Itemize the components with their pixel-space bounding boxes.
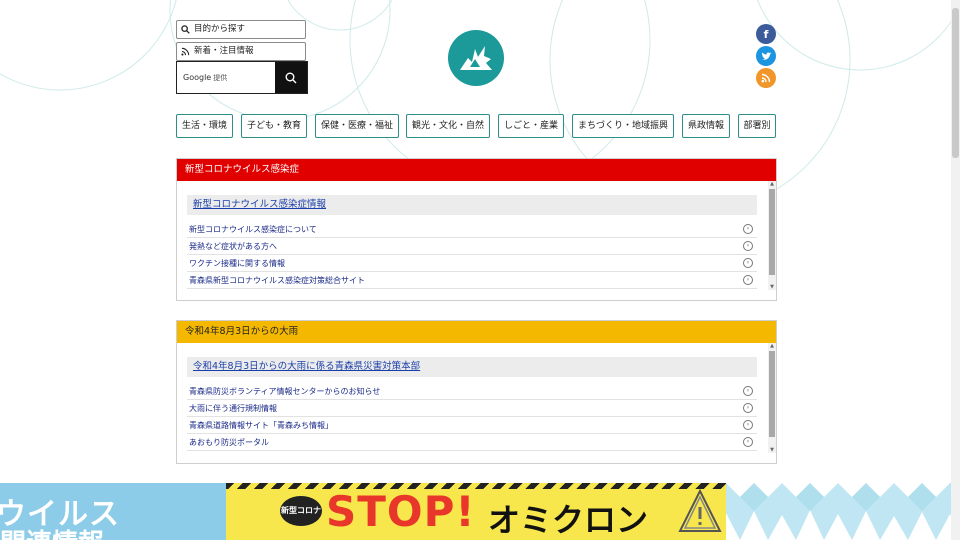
- prefecture-emblem-icon: [460, 46, 492, 70]
- facebook-icon[interactable]: f: [756, 24, 776, 44]
- nav-life-environment[interactable]: 生活・環境: [176, 114, 233, 138]
- banner-left-line2: 関連情報: [0, 523, 104, 540]
- nav-health-welfare[interactable]: 保健・医療・福祉: [315, 114, 399, 138]
- disaster-hq-heading-link[interactable]: 令和4年8月3日からの大雨に係る青森県災害対策本部: [187, 357, 757, 377]
- warning-triangle-icon: [678, 489, 722, 532]
- nav-community-development[interactable]: まちづくり・地域振興: [572, 114, 674, 138]
- snow-pattern-banner[interactable]: [726, 483, 951, 540]
- search-button[interactable]: [275, 62, 307, 93]
- arrow-right-icon: ›: [743, 258, 753, 268]
- arrow-right-icon: ›: [743, 241, 753, 251]
- search-icon: [181, 25, 190, 34]
- covid-link-list: 新型コロナウイルス感染症について › 発熱など症状がある方へ › ワクチン接種に関す…: [187, 221, 757, 289]
- arrow-right-icon: ›: [743, 386, 753, 396]
- mountain-pattern-icon: [726, 483, 951, 540]
- find-by-purpose-link[interactable]: 目的から探す: [176, 20, 306, 39]
- search-input[interactable]: Google 提供: [177, 62, 275, 93]
- header-side-links: 目的から探す 新着・注目情報: [176, 20, 306, 64]
- list-item[interactable]: あおもり防災ポータル ›: [187, 434, 757, 451]
- list-item[interactable]: 青森県新型コロナウイルス感染症対策総合サイト ›: [187, 272, 757, 289]
- arrow-right-icon: ›: [743, 224, 753, 234]
- social-links: f: [756, 24, 776, 90]
- list-item[interactable]: 青森県道路情報サイト「青森みち情報」 ›: [187, 417, 757, 434]
- banner-carousel: ウイルス 関連情報 新型コロナ STOP! オミクロン: [0, 483, 951, 540]
- nav-departments[interactable]: 部署別: [738, 114, 776, 138]
- stop-omicron-banner[interactable]: 新型コロナ STOP! オミクロン: [226, 483, 726, 540]
- arrow-right-icon: ›: [743, 437, 753, 447]
- page-scrollbar[interactable]: [951, 0, 960, 540]
- stop-text: STOP!: [326, 487, 476, 536]
- aomori-prefecture-logo[interactable]: [448, 30, 504, 86]
- covid-panel: 新型コロナウイルス感染症 新型コロナウイルス感染症情報 新型コロナウイルス感染症…: [176, 158, 777, 301]
- list-item[interactable]: 発熱など症状がある方へ ›: [187, 238, 757, 255]
- scroll-down-icon[interactable]: ▼: [769, 284, 775, 290]
- list-item[interactable]: ワクチン接種に関する情報 ›: [187, 255, 757, 272]
- search-icon: [285, 72, 297, 83]
- nav-tourism-culture[interactable]: 観光・文化・自然: [406, 114, 490, 138]
- heavy-rain-panel: 令和4年8月3日からの大雨 令和4年8月3日からの大雨に係る青森県災害対策本部 …: [176, 320, 777, 464]
- nav-children-education[interactable]: 子ども・教育: [241, 114, 307, 138]
- provided-label: 提供: [213, 74, 228, 82]
- arrow-right-icon: ›: [743, 403, 753, 413]
- site-search: Google 提供: [176, 61, 308, 94]
- list-item[interactable]: 青森県防災ボランティア情報センターからのお知らせ ›: [187, 383, 757, 400]
- heavy-rain-panel-scrollbar[interactable]: ▲ ▼: [768, 343, 776, 453]
- scroll-up-icon[interactable]: ▲: [769, 343, 775, 349]
- rss-feed-icon[interactable]: [756, 68, 776, 88]
- nav-prefectural-government[interactable]: 県政情報: [682, 114, 730, 138]
- arrow-right-icon: ›: [743, 420, 753, 430]
- covid-panel-title: 新型コロナウイルス感染症: [177, 159, 776, 181]
- covid-info-banner[interactable]: ウイルス 関連情報: [0, 483, 226, 540]
- covid-badge: 新型コロナ: [280, 496, 322, 526]
- scroll-down-icon[interactable]: ▼: [769, 447, 775, 453]
- omicron-text: オミクロン: [488, 501, 649, 539]
- google-label: Google: [183, 73, 212, 82]
- arrow-right-icon: ›: [743, 275, 753, 285]
- heavy-rain-panel-title: 令和4年8月3日からの大雨: [177, 321, 776, 343]
- list-item[interactable]: 新型コロナウイルス感染症について ›: [187, 221, 757, 238]
- twitter-icon[interactable]: [756, 46, 776, 66]
- rss-icon: [181, 47, 190, 56]
- scroll-up-icon[interactable]: ▲: [769, 181, 775, 187]
- rss-icon: [761, 73, 771, 83]
- find-by-purpose-label: 目的から探す: [194, 24, 246, 34]
- news-link[interactable]: 新着・注目情報: [176, 42, 306, 61]
- twitter-bird-icon: [761, 51, 771, 60]
- news-label: 新着・注目情報: [194, 46, 254, 56]
- covid-info-heading-link[interactable]: 新型コロナウイルス感染症情報: [187, 195, 757, 215]
- heavy-rain-link-list: 青森県防災ボランティア情報センターからのお知らせ › 大雨に伴う通行規制情報 › 青…: [187, 383, 757, 451]
- nav-work-industry[interactable]: しごと・産業: [498, 114, 564, 138]
- list-item[interactable]: 大雨に伴う通行規制情報 ›: [187, 400, 757, 417]
- covid-panel-scrollbar[interactable]: ▲ ▼: [768, 181, 776, 290]
